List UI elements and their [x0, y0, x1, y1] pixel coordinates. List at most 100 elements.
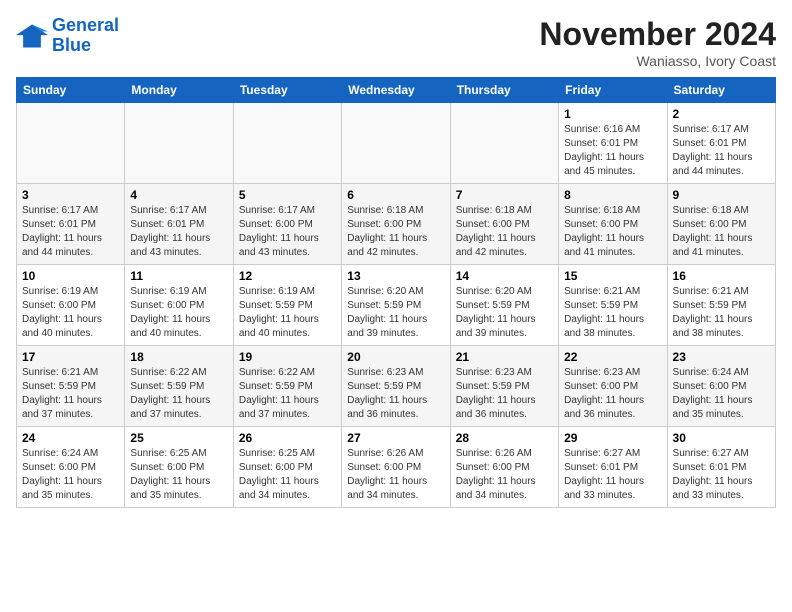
title-section: November 2024 Waniasso, Ivory Coast [539, 16, 776, 69]
weekday-header: Monday [125, 78, 233, 103]
day-number: 27 [347, 431, 444, 445]
day-info: Sunrise: 6:27 AM Sunset: 6:01 PM Dayligh… [564, 447, 661, 503]
calendar-day: 21 Sunrise: 6:23 AM Sunset: 5:59 PM Dayli… [450, 346, 558, 427]
day-number: 5 [239, 188, 336, 202]
weekday-header: Friday [559, 78, 667, 103]
logo: General Blue [16, 16, 119, 56]
calendar-day: 11 Sunrise: 6:19 AM Sunset: 6:00 PM Dayli… [125, 265, 233, 346]
day-info: Sunrise: 6:21 AM Sunset: 5:59 PM Dayligh… [564, 285, 661, 341]
day-number: 26 [239, 431, 336, 445]
page-header: General Blue November 2024 Waniasso, Ivo… [16, 16, 776, 69]
day-number: 11 [130, 269, 227, 283]
weekday-header: Saturday [667, 78, 775, 103]
day-info: Sunrise: 6:23 AM Sunset: 5:59 PM Dayligh… [456, 366, 553, 422]
logo-line2: Blue [52, 35, 91, 55]
day-number: 23 [673, 350, 770, 364]
day-number: 20 [347, 350, 444, 364]
day-number: 7 [456, 188, 553, 202]
day-info: Sunrise: 6:17 AM Sunset: 6:01 PM Dayligh… [22, 204, 119, 260]
calendar-day: 4 Sunrise: 6:17 AM Sunset: 6:01 PM Daylig… [125, 184, 233, 265]
calendar-day: 3 Sunrise: 6:17 AM Sunset: 6:01 PM Daylig… [17, 184, 125, 265]
calendar-day: 6 Sunrise: 6:18 AM Sunset: 6:00 PM Daylig… [342, 184, 450, 265]
day-number: 25 [130, 431, 227, 445]
calendar: SundayMondayTuesdayWednesdayThursdayFrid… [16, 77, 776, 508]
weekday-header: Wednesday [342, 78, 450, 103]
day-info: Sunrise: 6:18 AM Sunset: 6:00 PM Dayligh… [673, 204, 770, 260]
day-info: Sunrise: 6:23 AM Sunset: 6:00 PM Dayligh… [564, 366, 661, 422]
day-number: 29 [564, 431, 661, 445]
location: Waniasso, Ivory Coast [539, 53, 776, 69]
day-number: 4 [130, 188, 227, 202]
day-number: 2 [673, 107, 770, 121]
day-info: Sunrise: 6:18 AM Sunset: 6:00 PM Dayligh… [564, 204, 661, 260]
day-info: Sunrise: 6:25 AM Sunset: 6:00 PM Dayligh… [130, 447, 227, 503]
calendar-day: 27 Sunrise: 6:26 AM Sunset: 6:00 PM Dayli… [342, 427, 450, 508]
day-number: 1 [564, 107, 661, 121]
day-number: 30 [673, 431, 770, 445]
calendar-day: 23Sunrise: 6:24 AM Sunset: 6:00 PM Dayli… [667, 346, 775, 427]
day-number: 12 [239, 269, 336, 283]
calendar-day: 25 Sunrise: 6:25 AM Sunset: 6:00 PM Dayli… [125, 427, 233, 508]
weekday-header: Sunday [17, 78, 125, 103]
calendar-day: 28 Sunrise: 6:26 AM Sunset: 6:00 PM Dayli… [450, 427, 558, 508]
calendar-day: 5 Sunrise: 6:17 AM Sunset: 6:00 PM Daylig… [233, 184, 341, 265]
day-number: 3 [22, 188, 119, 202]
calendar-day: 20 Sunrise: 6:23 AM Sunset: 5:59 PM Dayli… [342, 346, 450, 427]
calendar-day: 9 Sunrise: 6:18 AM Sunset: 6:00 PM Daylig… [667, 184, 775, 265]
day-number: 14 [456, 269, 553, 283]
day-number: 21 [456, 350, 553, 364]
calendar-empty [125, 103, 233, 184]
calendar-day: 26Sunrise: 6:25 AM Sunset: 6:00 PM Dayli… [233, 427, 341, 508]
calendar-day: 30Sunrise: 6:27 AM Sunset: 6:01 PM Dayli… [667, 427, 775, 508]
calendar-day: 16 Sunrise: 6:21 AM Sunset: 5:59 PM Dayli… [667, 265, 775, 346]
logo-text: General Blue [52, 16, 119, 56]
logo-icon [16, 22, 48, 50]
day-number: 13 [347, 269, 444, 283]
weekday-header: Thursday [450, 78, 558, 103]
calendar-day: 29 Sunrise: 6:27 AM Sunset: 6:01 PM Dayli… [559, 427, 667, 508]
day-number: 18 [130, 350, 227, 364]
day-info: Sunrise: 6:16 AM Sunset: 6:01 PM Dayligh… [564, 123, 661, 179]
day-info: Sunrise: 6:26 AM Sunset: 6:00 PM Dayligh… [456, 447, 553, 503]
day-number: 10 [22, 269, 119, 283]
day-info: Sunrise: 6:21 AM Sunset: 5:59 PM Dayligh… [673, 285, 770, 341]
day-info: Sunrise: 6:20 AM Sunset: 5:59 PM Dayligh… [456, 285, 553, 341]
day-info: Sunrise: 6:22 AM Sunset: 5:59 PM Dayligh… [239, 366, 336, 422]
day-info: Sunrise: 6:17 AM Sunset: 6:01 PM Dayligh… [130, 204, 227, 260]
day-number: 22 [564, 350, 661, 364]
day-info: Sunrise: 6:26 AM Sunset: 6:00 PM Dayligh… [347, 447, 444, 503]
day-info: Sunrise: 6:23 AM Sunset: 5:59 PM Dayligh… [347, 366, 444, 422]
calendar-empty [342, 103, 450, 184]
calendar-day: 12 Sunrise: 6:19 AM Sunset: 5:59 PM Dayli… [233, 265, 341, 346]
calendar-day: 10 Sunrise: 6:19 AM Sunset: 6:00 PM Dayli… [17, 265, 125, 346]
day-number: 9 [673, 188, 770, 202]
calendar-empty [233, 103, 341, 184]
calendar-day: 13Sunrise: 6:20 AM Sunset: 5:59 PM Dayli… [342, 265, 450, 346]
day-info: Sunrise: 6:17 AM Sunset: 6:00 PM Dayligh… [239, 204, 336, 260]
day-number: 6 [347, 188, 444, 202]
day-number: 15 [564, 269, 661, 283]
day-info: Sunrise: 6:21 AM Sunset: 5:59 PM Dayligh… [22, 366, 119, 422]
month-title: November 2024 [539, 16, 776, 53]
day-number: 16 [673, 269, 770, 283]
day-info: Sunrise: 6:18 AM Sunset: 6:00 PM Dayligh… [347, 204, 444, 260]
day-number: 19 [239, 350, 336, 364]
calendar-day: 1 Sunrise: 6:16 AM Sunset: 6:01 PM Daylig… [559, 103, 667, 184]
calendar-day: 19 Sunrise: 6:22 AM Sunset: 5:59 PM Dayli… [233, 346, 341, 427]
calendar-day: 22 Sunrise: 6:23 AM Sunset: 6:00 PM Dayli… [559, 346, 667, 427]
day-number: 17 [22, 350, 119, 364]
day-info: Sunrise: 6:19 AM Sunset: 6:00 PM Dayligh… [22, 285, 119, 341]
logo-line1: General [52, 15, 119, 35]
day-number: 28 [456, 431, 553, 445]
calendar-day: 14 Sunrise: 6:20 AM Sunset: 5:59 PM Dayli… [450, 265, 558, 346]
calendar-day: 17 Sunrise: 6:21 AM Sunset: 5:59 PM Dayli… [17, 346, 125, 427]
day-info: Sunrise: 6:19 AM Sunset: 6:00 PM Dayligh… [130, 285, 227, 341]
calendar-day: 18 Sunrise: 6:22 AM Sunset: 5:59 PM Dayli… [125, 346, 233, 427]
day-number: 24 [22, 431, 119, 445]
day-info: Sunrise: 6:22 AM Sunset: 5:59 PM Dayligh… [130, 366, 227, 422]
day-info: Sunrise: 6:17 AM Sunset: 6:01 PM Dayligh… [673, 123, 770, 179]
day-info: Sunrise: 6:24 AM Sunset: 6:00 PM Dayligh… [22, 447, 119, 503]
day-info: Sunrise: 6:19 AM Sunset: 5:59 PM Dayligh… [239, 285, 336, 341]
calendar-day: 15 Sunrise: 6:21 AM Sunset: 5:59 PM Dayli… [559, 265, 667, 346]
calendar-empty [450, 103, 558, 184]
